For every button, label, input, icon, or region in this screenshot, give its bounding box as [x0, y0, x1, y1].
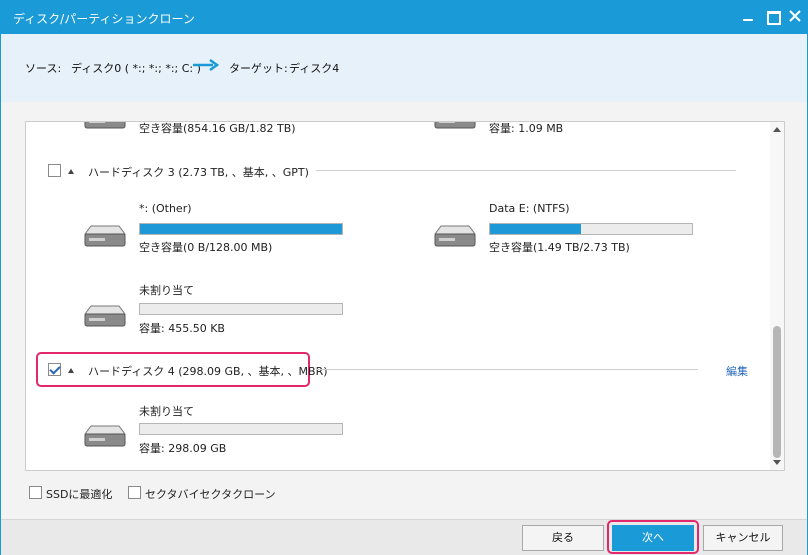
scroll-down-icon[interactable]: [773, 460, 781, 465]
collapse-triangle-icon[interactable]: [68, 169, 74, 174]
partition-name: 未割り当て: [139, 284, 194, 297]
ssd-optimize-label: SSDに最適化: [46, 488, 113, 501]
ssd-optimize-checkbox[interactable]: [29, 486, 42, 499]
partition-usage-bar[interactable]: [139, 223, 343, 235]
close-icon[interactable]: [788, 9, 802, 23]
disk3-checkbox[interactable]: [48, 164, 61, 177]
partition-usage-bar[interactable]: [139, 303, 343, 315]
divider: [316, 369, 698, 370]
partition-free-text: 容量: 1.09 MB: [489, 122, 564, 135]
scroll-up-icon[interactable]: [773, 127, 781, 132]
route-header: ソース: ディスク0 ( *:; *:; *:; C: ) ターゲット: ディス…: [1, 34, 807, 102]
next-button[interactable]: 次へ: [612, 525, 694, 551]
partition-name: *: (Other): [139, 202, 192, 215]
partition-usage-bar[interactable]: [139, 423, 343, 435]
partition-name: 未割り当て: [139, 405, 194, 418]
scroll-thumb[interactable]: [773, 326, 781, 458]
disk3-header-label: ハードディスク 3 (2.73 TB, 、基本, 、GPT): [88, 166, 309, 179]
hard-disk-icon: [434, 122, 476, 129]
collapse-triangle-icon[interactable]: [68, 368, 74, 373]
hard-disk-icon: [84, 305, 126, 327]
partition-usage-bar[interactable]: [489, 223, 693, 235]
arrow-right-icon: [193, 58, 220, 74]
maximize-icon[interactable]: [765, 9, 781, 25]
title-bar: ディスク/パーティションクローン: [1, 1, 807, 34]
partition-free-text: 容量: 455.50 KB: [139, 322, 225, 335]
partition-free-text: 空き容量(1.49 TB/2.73 TB): [489, 241, 630, 254]
target-value: ディスク4: [289, 62, 340, 75]
edit-link[interactable]: 編集: [726, 363, 748, 379]
source-value: ディスク0 ( *:; *:; *:; C: ): [71, 62, 201, 75]
footer-bar: 戻る 次へ キャンセル: [1, 519, 807, 555]
hard-disk-icon: [434, 225, 476, 247]
vertical-scrollbar[interactable]: [770, 122, 784, 470]
disk4-checkbox[interactable]: [48, 363, 61, 376]
disk4-header-label: ハードディスク 4 (298.09 GB, 、基本, 、MBR): [88, 365, 328, 378]
hard-disk-icon: [84, 425, 126, 447]
partition-free-text: 容量: 298.09 GB: [139, 442, 227, 455]
divider: [316, 170, 736, 171]
sector-by-sector-checkbox[interactable]: [128, 486, 141, 499]
minimize-icon[interactable]: [741, 9, 755, 23]
cancel-button[interactable]: キャンセル: [703, 525, 783, 551]
target-label: ターゲット:: [229, 62, 288, 75]
disk-list[interactable]: 空き容量(854.16 GB/1.82 TB) 容量: 1.09 MB ハードデ…: [25, 121, 785, 471]
clone-dialog: ディスク/パーティションクローン ソース: ディスク0 ( *:; *:; *:…: [0, 0, 808, 555]
hard-disk-icon: [84, 225, 126, 247]
partition-name: Data E: (NTFS): [489, 202, 570, 215]
partition-free-text: 空き容量(0 B/128.00 MB): [139, 241, 273, 254]
source-label: ソース:: [25, 62, 62, 75]
sector-by-sector-label: セクタバイセクタクローン: [145, 488, 276, 501]
window-title: ディスク/パーティションクローン: [13, 12, 195, 26]
back-button[interactable]: 戻る: [522, 525, 604, 551]
partition-free-text: 空き容量(854.16 GB/1.82 TB): [139, 122, 296, 135]
hard-disk-icon: [84, 122, 126, 129]
